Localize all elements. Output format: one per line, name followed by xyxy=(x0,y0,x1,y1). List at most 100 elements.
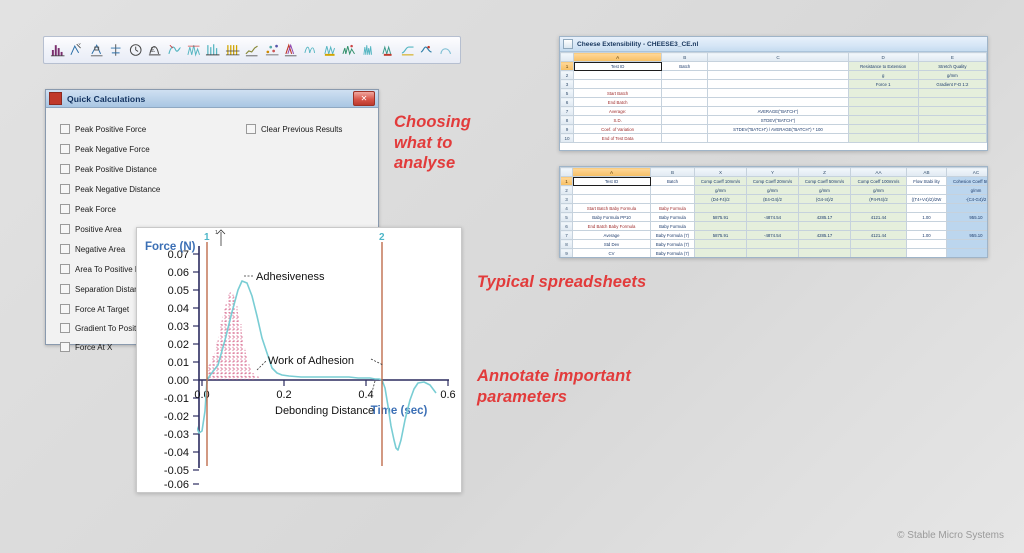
corner-cell[interactable] xyxy=(560,52,575,62)
cell-AC1[interactable]: Cohesion Coeff 50mm/s xyxy=(946,176,987,186)
cell-A2[interactable] xyxy=(573,70,663,80)
burst-icon[interactable] xyxy=(360,40,377,60)
bar-chart-icon[interactable] xyxy=(49,40,66,60)
cell-E3[interactable]: Gradient F-D 1:2 xyxy=(917,79,987,89)
cell-A9[interactable]: CV xyxy=(572,248,651,257)
cell-AA6[interactable] xyxy=(850,221,907,231)
cell-A10[interactable]: End of Test Data xyxy=(573,258,651,259)
cell-D7[interactable] xyxy=(847,106,919,116)
table-row[interactable]: 5 Start Batch xyxy=(560,88,987,98)
cell-AC7[interactable]: 955.10 xyxy=(946,230,987,240)
cell-B10[interactable] xyxy=(651,258,695,259)
cell-B1[interactable]: Batch xyxy=(650,176,695,186)
spreadsheet-top-grid[interactable]: A B C D E 1 Test ID Batch Resistance to … xyxy=(560,52,987,143)
smooth-curve-icon[interactable] xyxy=(166,40,183,60)
checkbox-box[interactable] xyxy=(60,284,70,294)
column-header-A[interactable]: A xyxy=(572,167,651,177)
overlay-curves-icon[interactable] xyxy=(282,40,299,60)
cell-E7[interactable] xyxy=(917,106,987,116)
gradient-bars-icon[interactable] xyxy=(204,40,221,60)
cell-A10[interactable]: End of Test Data xyxy=(573,133,663,143)
cell-Y9[interactable] xyxy=(746,248,799,257)
cell-AA4[interactable] xyxy=(850,203,907,213)
graph-analysis-toolbar[interactable]: v E xyxy=(43,36,461,64)
cell-X10[interactable] xyxy=(695,258,747,259)
cell-AB1[interactable]: Flow Stabi lity xyxy=(906,176,947,186)
checkbox-peak-negative-force[interactable]: Peak Negative Force xyxy=(60,144,150,154)
cell-X6[interactable] xyxy=(694,221,747,231)
table-row[interactable]: 9 CV Baby Formula (7) xyxy=(560,248,987,257)
trend-line-icon[interactable] xyxy=(243,40,260,60)
cell-C3[interactable] xyxy=(707,79,849,89)
checkbox-box[interactable] xyxy=(60,342,70,352)
cell-AB8[interactable] xyxy=(906,239,947,249)
cell-Z9[interactable] xyxy=(798,248,851,257)
cell-B10[interactable] xyxy=(661,133,709,143)
cell-C2[interactable] xyxy=(707,70,849,80)
arc-icon[interactable] xyxy=(437,40,454,60)
table-row[interactable]: 8 S.D. STDEV("BATCH") xyxy=(560,115,987,125)
cell-C8[interactable]: STDEV("BATCH") xyxy=(707,115,849,125)
table-row[interactable]: 9 Coef. of Variation STDEV("BATCH") / AV… xyxy=(560,124,987,134)
checkbox-box[interactable] xyxy=(60,184,70,194)
cell-AA10[interactable] xyxy=(851,258,907,259)
cell-AB3[interactable]: ((T4+V4)/2)/2W xyxy=(906,194,947,204)
cell-A6[interactable]: End Batch xyxy=(573,97,663,107)
cell-X4[interactable] xyxy=(694,203,747,213)
cell-AC3[interactable]: -(C4-G4)/2 xyxy=(946,194,987,204)
row-header[interactable]: 6 xyxy=(560,97,575,107)
row-header[interactable]: 4 xyxy=(560,203,573,213)
table-row[interactable]: 3 (D4-F4)/2 (E4-G4)/2 (G4-I4)/2 (P4-R4)/… xyxy=(560,194,987,204)
cell-B2[interactable] xyxy=(661,70,709,80)
table-row[interactable]: 3 Force 1 Gradient F-D 1:2 xyxy=(560,79,987,89)
cell-Y2[interactable]: g/mm xyxy=(746,185,799,195)
checkbox-negative-area[interactable]: Negative Area xyxy=(60,244,125,254)
force-time-graph-panel[interactable]: 0.07 0.06 0.05 0.04 0.03 0.02 0.01 0.00 … xyxy=(136,227,462,493)
cell-B8[interactable]: Baby Formula (7) xyxy=(650,239,695,249)
cell-D9[interactable] xyxy=(847,124,919,134)
cell-AB2[interactable] xyxy=(906,185,947,195)
cell-A5[interactable]: Start Batch xyxy=(573,88,663,98)
cell-E2[interactable]: g/mm xyxy=(917,70,987,80)
row-header[interactable]: 9 xyxy=(560,124,575,134)
cell-AC5[interactable]: 955.10 xyxy=(946,212,987,222)
cell-D10[interactable] xyxy=(847,133,919,143)
column-header-AC[interactable]: AC xyxy=(946,167,987,177)
cell-E1[interactable]: Stretch Quality xyxy=(917,61,987,71)
row-header[interactable]: 3 xyxy=(560,194,573,204)
checkbox-box[interactable] xyxy=(60,224,70,234)
checkbox-clear-previous-results[interactable]: Clear Previous Results xyxy=(246,124,342,134)
row-header[interactable]: 5 xyxy=(560,212,573,222)
cell-D1[interactable]: Resistance to Extension xyxy=(847,61,919,71)
table-row[interactable]: 1 Test ID Batch Resistance to Extension … xyxy=(560,61,987,71)
cell-D6[interactable] xyxy=(847,97,919,107)
cell-Y3[interactable]: (E4-G4)/2 xyxy=(746,194,799,204)
table-row[interactable]: 1 Test ID Batch Comp Coeff 10mm/s Comp C… xyxy=(560,176,987,186)
checkbox-peak-positive-force[interactable]: Peak Positive Force xyxy=(60,124,146,134)
multi-peak-icon[interactable] xyxy=(185,40,202,60)
cell-B7[interactable]: Baby Formula (7) xyxy=(650,230,695,240)
column-header-Y[interactable]: Y xyxy=(746,167,799,177)
column-header-D[interactable]: D xyxy=(847,52,919,62)
checkbox-peak-negative-distance[interactable]: Peak Negative Distance xyxy=(60,184,160,194)
cell-X9[interactable] xyxy=(694,248,747,257)
cell-AA1[interactable]: Comp Coeff 100mm/s xyxy=(850,176,907,186)
row-header[interactable]: 7 xyxy=(560,106,575,116)
table-row[interactable]: 10 End of Test Data xyxy=(561,258,989,259)
table-row[interactable]: 2 g g/mm xyxy=(560,70,987,80)
cell-Z6[interactable] xyxy=(798,221,851,231)
cell-AC2[interactable]: g/mm xyxy=(946,185,987,195)
area-integral-icon[interactable]: E xyxy=(146,40,163,60)
scatter-points-icon[interactable] xyxy=(263,40,280,60)
cluster-icon[interactable] xyxy=(379,40,396,60)
row-header[interactable]: 8 xyxy=(560,239,573,249)
cell-A7[interactable]: Average xyxy=(572,230,651,240)
cell-A8[interactable]: S.D. xyxy=(573,115,663,125)
cell-Z10[interactable] xyxy=(799,258,851,259)
cell-E5[interactable] xyxy=(917,88,987,98)
table-row[interactable]: 7 Average Baby Formula (7) 5875.91 -4874… xyxy=(560,230,987,240)
cell-E6[interactable] xyxy=(917,97,987,107)
row-header[interactable]: 2 xyxy=(560,185,573,195)
cell-Z8[interactable] xyxy=(798,239,851,249)
cell-AA7[interactable]: 4121.44 xyxy=(850,230,907,240)
